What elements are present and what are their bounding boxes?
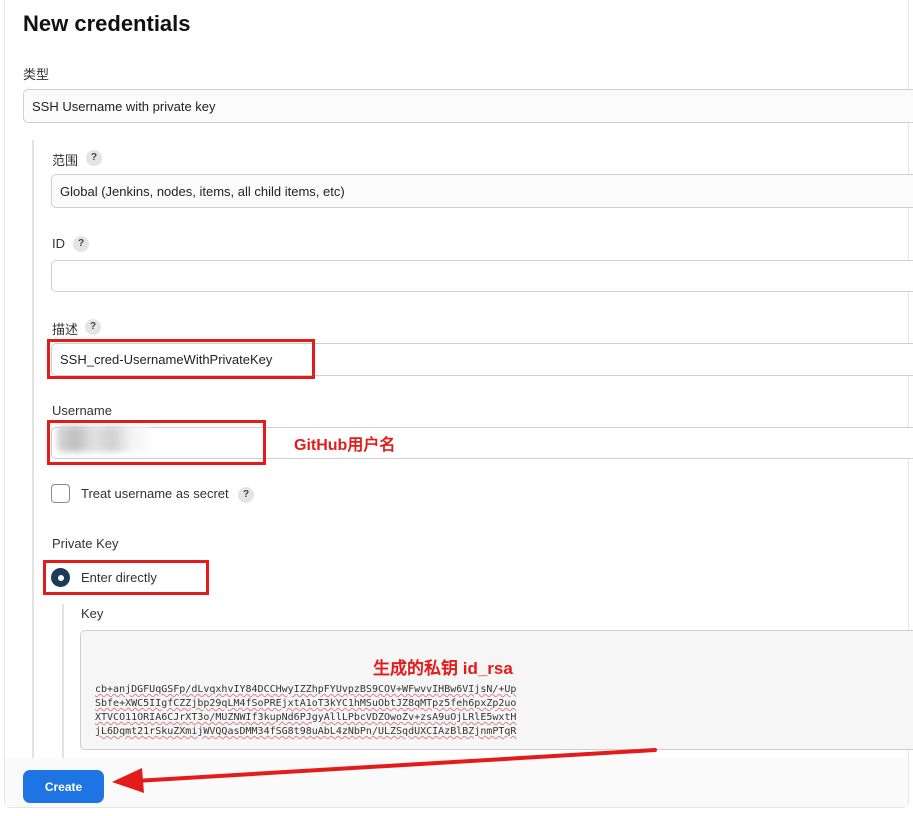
annotation-arrow — [112, 748, 657, 793]
